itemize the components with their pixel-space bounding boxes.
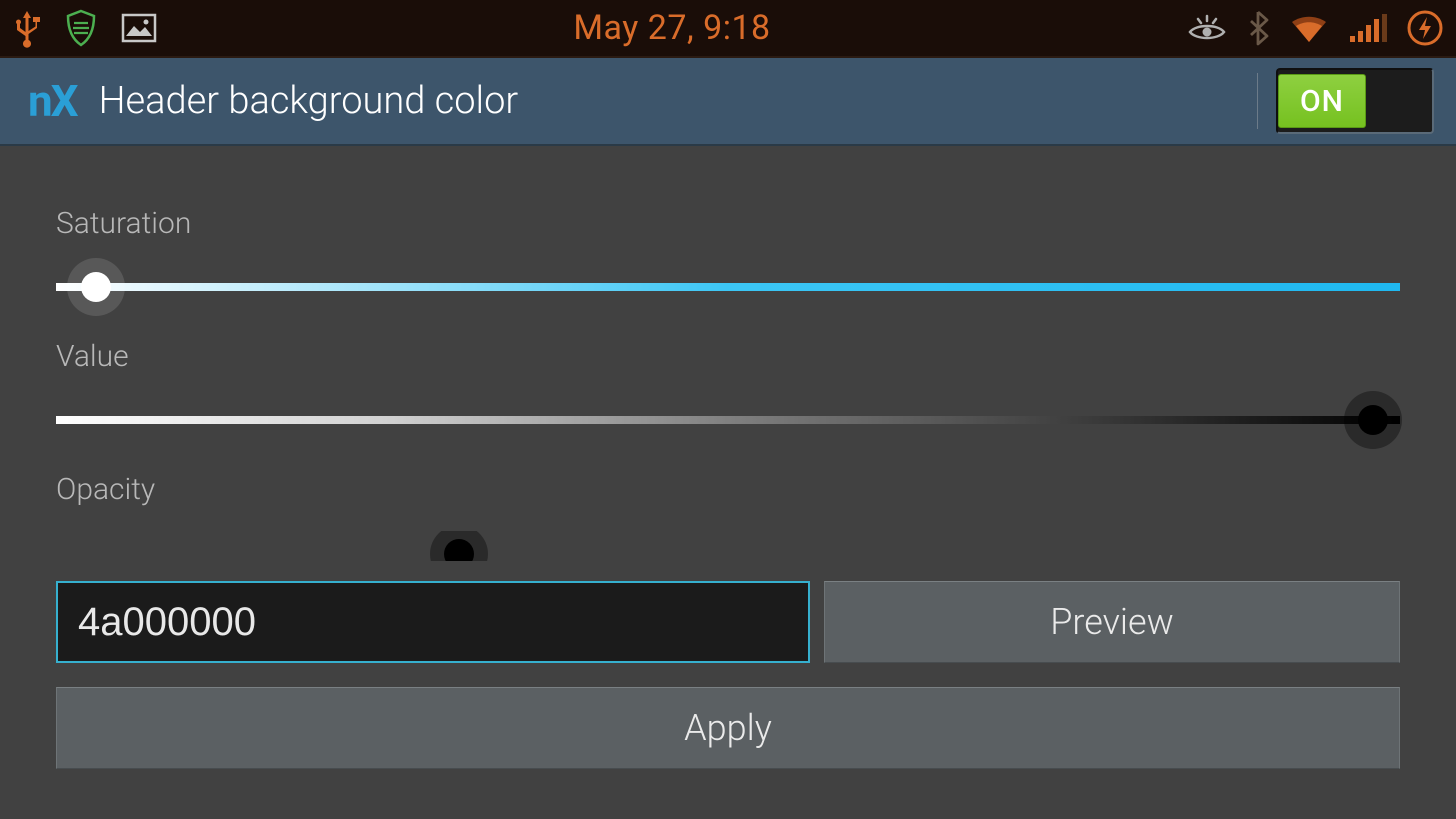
app-header: nX Header background color ON <box>0 58 1456 146</box>
status-time: May 27, 9:18 <box>158 8 1186 48</box>
value-thumb[interactable] <box>1344 391 1402 449</box>
wifi-icon <box>1288 12 1330 44</box>
saturation-thumb[interactable] <box>67 258 125 316</box>
value-slider[interactable] <box>56 398 1400 442</box>
opacity-label: Opacity <box>56 472 1400 507</box>
logo-x: X <box>51 75 77 127</box>
battery-charging-icon <box>1406 9 1444 47</box>
value-group: Value <box>56 339 1400 442</box>
apply-button[interactable]: Apply <box>56 687 1400 769</box>
thumb-dot <box>81 272 111 302</box>
opacity-group: Opacity <box>56 472 1400 561</box>
page-title: Header background color <box>99 79 1257 123</box>
picture-icon <box>120 12 158 44</box>
header-divider <box>1257 73 1258 129</box>
status-left-icons <box>12 8 158 48</box>
logo-n: n <box>28 75 51 127</box>
opacity-thumb[interactable] <box>430 531 488 561</box>
hex-input[interactable] <box>56 581 810 663</box>
content-area: Saturation Value Opacity <box>0 146 1456 819</box>
app-logo: nX <box>28 75 77 127</box>
value-track <box>56 416 1400 424</box>
shield-icon <box>64 9 98 47</box>
value-label: Value <box>56 339 1400 374</box>
opacity-slider[interactable] <box>56 531 1400 561</box>
saturation-slider[interactable] <box>56 265 1400 309</box>
status-bar: May 27, 9:18 <box>0 0 1456 58</box>
preview-button[interactable]: Preview <box>824 581 1400 663</box>
hex-preview-row: Preview <box>56 581 1400 663</box>
saturation-label: Saturation <box>56 206 1400 241</box>
saturation-track <box>56 283 1400 291</box>
thumb-dot <box>1358 405 1388 435</box>
eye-icon <box>1186 12 1228 44</box>
usb-icon <box>12 8 42 48</box>
feature-toggle[interactable]: ON <box>1276 68 1434 134</box>
toggle-on-label: ON <box>1278 74 1366 128</box>
signal-icon <box>1348 12 1388 44</box>
thumb-dot <box>444 539 474 561</box>
bluetooth-icon <box>1246 9 1270 47</box>
status-right-icons <box>1186 9 1444 47</box>
saturation-group: Saturation <box>56 206 1400 309</box>
